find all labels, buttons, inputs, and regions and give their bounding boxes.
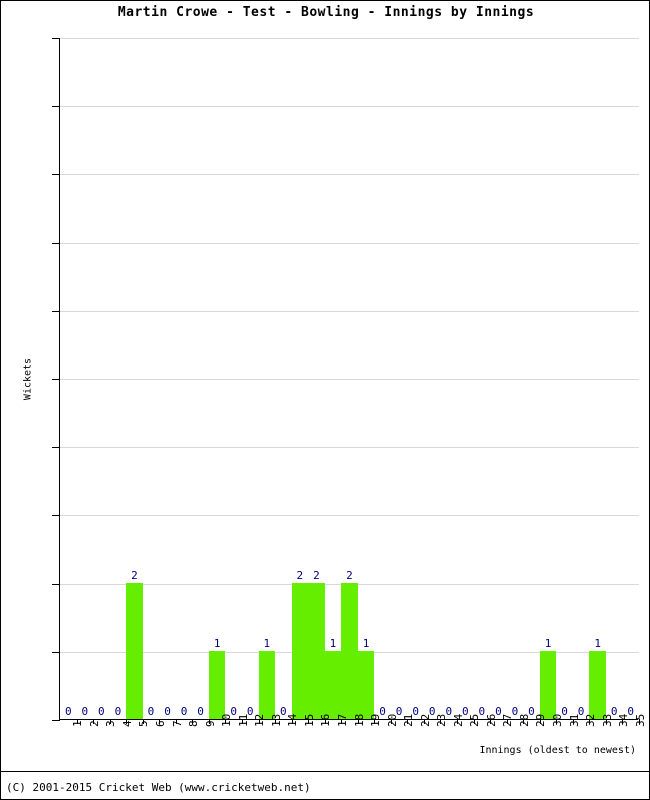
bar-value-label: 2 [131,568,138,582]
y-axis-tick [52,583,60,585]
bar-value-label: 0 [64,705,72,718]
bar-value-label: 1 [594,636,601,650]
x-axis-tick-label: 22 [418,713,432,727]
bar-value-label: 0 [147,705,155,718]
x-axis-tick-label: 34 [617,713,631,727]
footer-divider [1,771,649,772]
bar-value-label: 1 [213,636,221,650]
x-axis-tick-label: 12 [253,713,267,727]
bar [208,650,226,719]
x-axis-tick-label: 21 [402,713,416,727]
gridline [60,515,639,517]
bar [258,650,276,719]
y-axis-tick [52,720,60,721]
x-axis-tick-label: 32 [584,713,598,727]
bar-value-label: 0 [180,705,188,718]
chart-page: Martin Crowe - Test - Bowling - Innings … [0,0,650,800]
x-axis-tick-label: 9 [203,720,217,727]
x-axis-tick-label: 33 [600,713,614,727]
y-axis-tick [52,310,60,312]
bar-value-label: 0 [98,705,105,718]
x-axis-tick-label: 19 [369,713,383,727]
y-axis-tick [52,38,60,39]
gridline [60,310,639,312]
bar-value-label: 1 [362,636,370,650]
x-axis-tick-label: 20 [385,713,399,727]
bar [291,582,309,719]
y-axis-tick [52,379,60,380]
plot-area: 00002000010010221210000000000100100 Wick… [23,38,640,724]
y-axis-tick [52,242,60,244]
x-axis-tick-label: 5 [137,720,151,727]
bar [539,650,557,719]
x-axis-tick-label: 28 [517,713,531,727]
x-axis-tick-label: 24 [451,713,465,727]
bar [357,650,375,719]
x-axis-tick-label: 15 [302,713,316,727]
y-axis-tick [52,447,60,449]
gridline [60,174,639,176]
bar-value-label: 1 [263,636,271,650]
bar [324,650,342,719]
x-axis-tick-label: 6 [153,720,167,727]
bar [308,582,325,719]
x-axis-tick-label: 29 [534,713,548,727]
gridline [60,379,639,380]
x-axis-tick-label: 16 [319,713,333,727]
bar-value-label: 1 [329,636,337,650]
bar-value-label: 1 [544,636,552,650]
x-axis-tick-label: 8 [187,720,201,727]
bar-value-label: 0 [164,705,171,718]
page-title: Martin Crowe - Test - Bowling - Innings … [117,5,535,20]
copyright-notice: (C) 2001-2015 Cricket Web (www.cricketwe… [6,781,311,794]
x-axis-tick-label: 1 [71,720,85,727]
bar-value-label: 2 [313,568,320,582]
x-axis-tick-label: 7 [170,720,184,727]
y-axis-title: Wickets [22,357,34,400]
x-axis-tick-label: 11 [236,713,250,727]
x-axis-tick-label: 27 [501,713,515,727]
bar-value-label: 2 [296,568,304,582]
bar [126,582,143,719]
y-axis-tick [52,651,60,653]
bar [341,582,358,719]
x-axis-tick-label: 18 [352,713,366,727]
x-axis-tick-label: 10 [220,713,234,727]
y-axis-tick [52,515,60,517]
x-axis-tick-label: 35 [633,713,647,727]
x-axis-tick-label: 26 [484,713,498,727]
gridline [60,106,639,108]
x-axis-tick-label: 30 [551,713,564,727]
bar-value-label: 0 [81,705,89,718]
x-axis-tick-label: 17 [335,713,349,727]
x-axis-tick-label: 4 [120,720,134,727]
x-axis-tick-label: 25 [468,713,482,727]
x-axis-tick-label: 23 [435,713,449,727]
x-axis-tick-label: 14 [286,713,300,727]
x-axis-title: Innings (oldest to newest) [479,745,636,756]
gridline [60,38,639,39]
x-axis-tick-label: 13 [269,713,283,727]
y-axis-tick [52,174,60,176]
x-axis-tick-label: 3 [104,720,118,727]
gridline [60,242,639,244]
bar-value-label: 2 [346,568,353,582]
bar-value-label: 0 [197,705,204,718]
gridline [60,447,639,449]
x-axis-tick-label: 2 [87,720,101,727]
y-axis-tick [52,106,60,108]
x-axis-tick-label: 31 [567,713,581,727]
bar-value-label: 0 [114,705,122,718]
bar [589,650,606,719]
